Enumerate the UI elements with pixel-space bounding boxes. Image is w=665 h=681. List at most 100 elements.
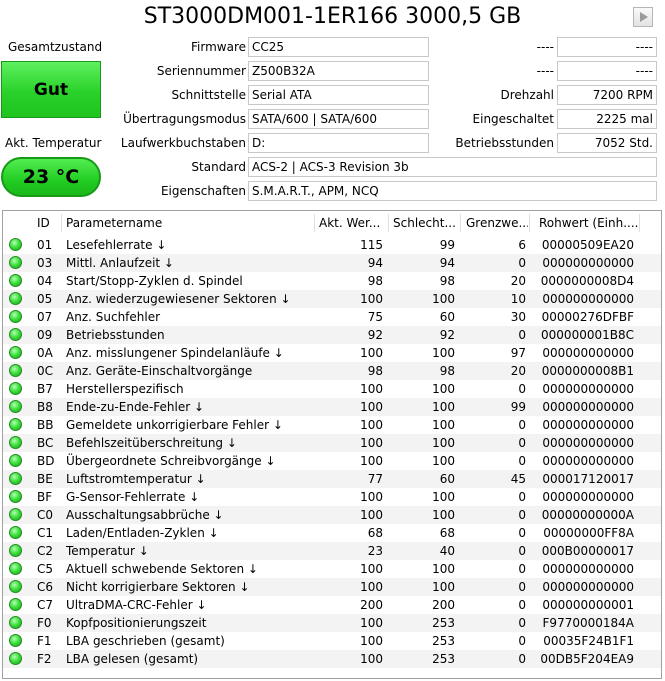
health-status-button[interactable]: Gut — [1, 61, 101, 118]
table-row[interactable]: B7 Herstellerspezifisch 100 100 0 00000000000… — [3, 380, 661, 398]
table-row[interactable]: BC Befehlszeitüberschreitung ↓ 100 100 0 0000… — [3, 434, 661, 452]
column-header-current[interactable]: Akt. Wer... — [319, 211, 385, 235]
cell-worst: 100 — [432, 382, 455, 396]
status-ok-icon — [9, 310, 22, 323]
cell-name: Start/Stopp-Zyklen d. Spindel — [66, 274, 243, 288]
cell-current: 77 — [367, 472, 383, 486]
cell-threshold: 0 — [518, 490, 526, 504]
cell-worst: 253 — [432, 616, 455, 630]
cell-current: 100 — [360, 382, 383, 396]
table-row[interactable]: BB Gemeldete unkorrigierbare Fehler ↓ 100 1… — [3, 416, 661, 434]
cell-threshold: 0 — [518, 454, 526, 468]
table-row[interactable]: 04 Start/Stopp-Zyklen d. Spindel 98 98 20 000… — [3, 272, 661, 290]
table-row[interactable]: BF G-Sensor-Fehlerrate ↓ 100 100 0 0000000000… — [3, 488, 661, 506]
status-ok-icon — [9, 346, 22, 359]
power-hours-label: Betriebsstunden — [455, 136, 554, 150]
cell-current: 100 — [360, 634, 383, 648]
cell-raw: 000000000000 — [542, 454, 634, 468]
cell-raw: 00000276DFBF — [541, 310, 634, 324]
next-drive-play-icon[interactable] — [633, 7, 653, 27]
cell-threshold: 6 — [518, 238, 526, 252]
transfer-mode-label: Übertragungsmodus — [123, 112, 246, 126]
interface-field: Serial ATA — [248, 85, 429, 105]
table-row[interactable]: B8 Ende-zu-Ende-Fehler ↓ 100 100 99 000000000… — [3, 398, 661, 416]
table-row[interactable]: 01 Lesefehlerrate ↓ 115 99 6 00000509EA20 — [3, 236, 661, 254]
status-ok-icon — [9, 652, 22, 665]
table-row[interactable]: 03 Mittl. Anlaufzeit ↓ 94 94 0 000000000000 — [3, 254, 661, 272]
status-ok-icon — [9, 418, 22, 431]
table-row[interactable]: 05 Anz. wiederzugewiesener Sektoren ↓ 100 1… — [3, 290, 661, 308]
cell-name: Anz. Suchfehler — [66, 310, 161, 324]
cell-id: B8 — [37, 400, 53, 414]
cell-current: 100 — [360, 508, 383, 522]
cell-current: 94 — [367, 256, 383, 270]
cell-raw: 000000000000 — [542, 490, 634, 504]
cell-worst: 100 — [432, 562, 455, 576]
table-row[interactable]: C6 Nicht korrigierbare Sektoren ↓ 100 100 0 0… — [3, 578, 661, 596]
cell-id: BD — [37, 454, 55, 468]
cell-worst: 60 — [439, 472, 455, 486]
health-label: Gesamtzustand — [8, 40, 103, 54]
cell-raw: 000B00000017 — [541, 544, 634, 558]
cell-raw: 0000000008B1 — [541, 364, 634, 378]
table-row[interactable]: F2 LBA gelesen (gesamt) 100 253 0 00DB5F204EA… — [3, 650, 661, 668]
table-row[interactable]: F1 LBA geschrieben (gesamt) 100 253 0 00035F2… — [3, 632, 661, 650]
cell-id: 03 — [37, 256, 53, 270]
cell-id: F1 — [37, 634, 52, 648]
column-header-id[interactable]: ID — [37, 211, 61, 235]
cell-raw: 00000000000A — [541, 508, 634, 522]
temperature-status-button[interactable]: 23 °C — [1, 157, 101, 197]
cell-id: C7 — [37, 598, 54, 612]
table-row[interactable]: 09 Betriebsstunden 92 92 0 000000001B8C — [3, 326, 661, 344]
column-header-raw[interactable]: Rohwert (Einh.... — [539, 211, 639, 235]
cell-name: Befehlszeitüberschreitung ↓ — [66, 436, 237, 450]
table-row[interactable]: F0 Kopfpositionierungszeit 100 253 0 F9770000… — [3, 614, 661, 632]
column-header-worst[interactable]: Schlecht... — [393, 211, 457, 235]
cell-worst: 94 — [439, 256, 455, 270]
table-row[interactable]: C7 UltraDMA-CRC-Fehler ↓ 200 200 0 0000000000… — [3, 596, 661, 614]
cell-raw: F9770000184A — [542, 616, 634, 630]
cell-current: 75 — [367, 310, 383, 324]
cell-id: 07 — [37, 310, 53, 324]
cell-id: BC — [37, 436, 54, 450]
cell-worst: 100 — [432, 508, 455, 522]
table-row[interactable]: 0C Anz. Geräte-Einschaltvorgänge 98 98 20 000… — [3, 362, 661, 380]
cell-worst: 60 — [439, 310, 455, 324]
cell-raw: 000000000000 — [542, 400, 634, 414]
cell-worst: 100 — [432, 436, 455, 450]
status-ok-icon — [9, 526, 22, 539]
table-row[interactable]: BE Luftstromtemperatur ↓ 77 60 45 00001712001… — [3, 470, 661, 488]
cell-current: 92 — [367, 328, 383, 342]
cell-id: C0 — [37, 508, 54, 522]
cell-threshold: 0 — [518, 544, 526, 558]
cell-threshold: 0 — [518, 328, 526, 342]
table-row[interactable]: 0A Anz. misslungener Spindelanläufe ↓ 100 1… — [3, 344, 661, 362]
power-count-field: 2225 mal — [557, 109, 657, 129]
status-ok-icon — [9, 580, 22, 593]
table-row[interactable]: C0 Ausschaltungsabbrüche ↓ 100 100 0 00000000… — [3, 506, 661, 524]
cell-raw: 000000000000 — [542, 562, 634, 576]
cell-worst: 68 — [439, 526, 455, 540]
temperature-label: Akt. Temperatur — [5, 136, 102, 150]
cell-name: Gemeldete unkorrigierbare Fehler ↓ — [66, 418, 283, 432]
cell-raw: 0000000008D4 — [540, 274, 634, 288]
firmware-label: Firmware — [191, 40, 246, 54]
table-row[interactable]: 07 Anz. Suchfehler 75 60 30 00000276DFBF — [3, 308, 661, 326]
table-row[interactable]: C5 Aktuell schwebende Sektoren ↓ 100 100 0 00… — [3, 560, 661, 578]
status-ok-icon — [9, 598, 22, 611]
drive-letters-label: Laufwerkbuchstaben — [120, 136, 246, 150]
column-header-name[interactable]: Parametername — [66, 211, 312, 235]
cell-threshold: 0 — [518, 652, 526, 666]
cell-id: C1 — [37, 526, 54, 540]
table-row[interactable]: BD Übergeordnete Schreibvorgänge ↓ 100 100 0… — [3, 452, 661, 470]
cell-id: F2 — [37, 652, 52, 666]
cell-id: BB — [37, 418, 54, 432]
status-ok-icon — [9, 382, 22, 395]
cell-threshold: 0 — [518, 508, 526, 522]
table-row[interactable]: C2 Temperatur ↓ 23 40 0 000B00000017 — [3, 542, 661, 560]
cell-current: 100 — [360, 490, 383, 504]
column-header-threshold[interactable]: Grenzwe... — [466, 211, 528, 235]
cell-name: Betriebsstunden — [66, 328, 165, 342]
serial-label: Seriennummer — [156, 64, 246, 78]
table-row[interactable]: C1 Laden/Entladen-Zyklen ↓ 68 68 0 00000000FF… — [3, 524, 661, 542]
